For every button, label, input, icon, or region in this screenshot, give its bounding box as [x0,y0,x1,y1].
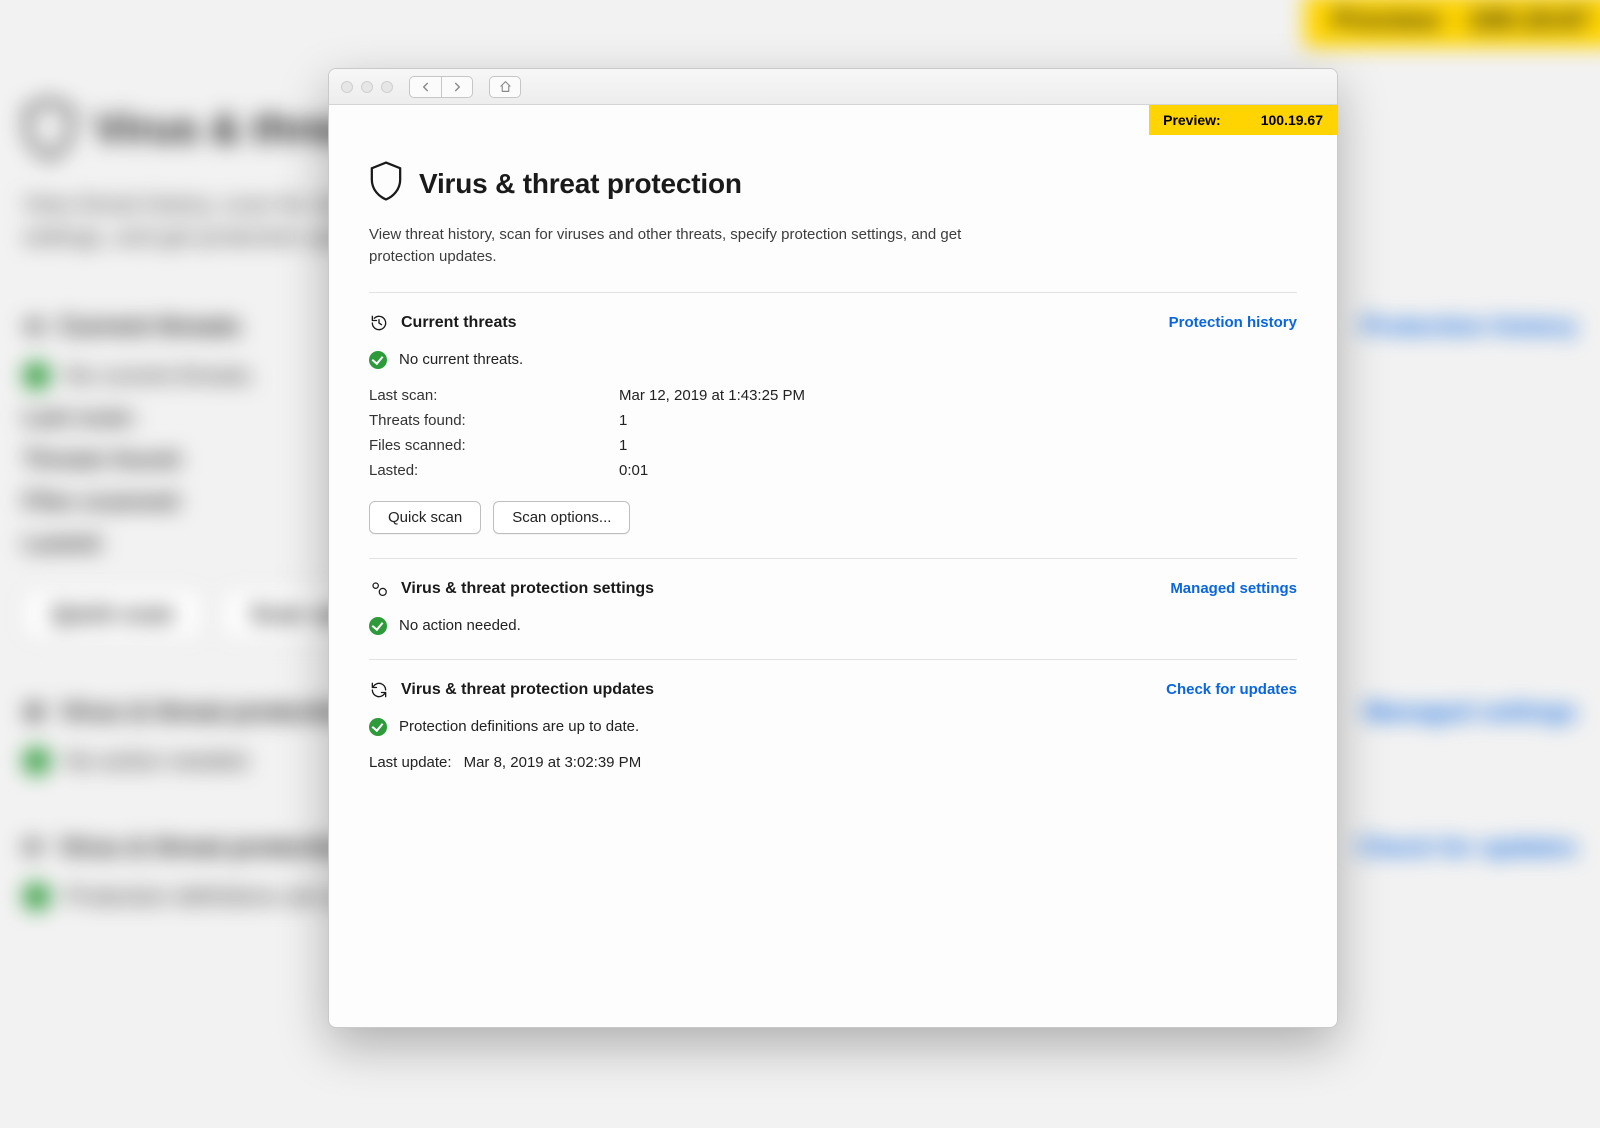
check-icon [369,351,387,369]
last-update-label: Last update: [369,754,452,771]
lasted-label: Lasted: [369,462,619,479]
protection-updates-title: Virus & threat protection updates [401,681,1154,699]
preview-version: 100.19.67 [1261,112,1323,128]
section-current-threats: Current threats Protection history No cu… [369,292,1297,534]
history-icon [369,313,389,333]
home-button[interactable] [489,76,521,98]
last-scan-value: Mar 12, 2019 at 1:43:25 PM [619,387,805,404]
refresh-icon [369,680,389,700]
protection-updates-status: Protection definitions are up to date. [399,718,639,735]
files-scanned-value: 1 [619,437,627,454]
last-scan-label: Last scan: [369,387,619,404]
last-update-value: Mar 8, 2019 at 3:02:39 PM [464,754,642,771]
scan-options-button[interactable]: Scan options... [493,501,630,534]
check-icon [369,617,387,635]
files-scanned-label: Files scanned: [369,437,619,454]
close-window-button[interactable] [341,81,353,93]
lasted-value: 0:01 [619,462,648,479]
window-controls [341,81,393,93]
page-title: Virus & threat protection [419,168,742,200]
preview-banner: Preview: 100.19.67 [1149,105,1337,135]
managed-settings-link[interactable]: Managed settings [1170,580,1297,597]
threats-found-value: 1 [619,412,627,429]
current-threats-title: Current threats [401,314,1157,332]
titlebar [329,69,1337,105]
protection-history-link[interactable]: Protection history [1169,314,1297,331]
nav-back-button[interactable] [409,76,441,98]
current-threats-status: No current threats. [399,351,523,368]
zoom-window-button[interactable] [381,81,393,93]
page-content: Virus & threat protection View threat hi… [329,105,1337,1027]
page-description: View threat history, scan for viruses an… [369,224,1029,268]
settings-icon [369,579,389,599]
nav-forward-button[interactable] [441,76,473,98]
app-window: Preview: 100.19.67 Virus & threat protec… [328,68,1338,1028]
minimize-window-button[interactable] [361,81,373,93]
protection-settings-status: No action needed. [399,617,521,634]
preview-label: Preview: [1163,112,1221,128]
check-icon [369,718,387,736]
threats-found-label: Threats found: [369,412,619,429]
shield-icon [369,161,403,206]
quick-scan-button[interactable]: Quick scan [369,501,481,534]
check-for-updates-link[interactable]: Check for updates [1166,681,1297,698]
protection-settings-title: Virus & threat protection settings [401,580,1158,598]
section-protection-updates: Virus & threat protection updates Check … [369,659,1297,771]
section-protection-settings: Virus & threat protection settings Manag… [369,558,1297,635]
